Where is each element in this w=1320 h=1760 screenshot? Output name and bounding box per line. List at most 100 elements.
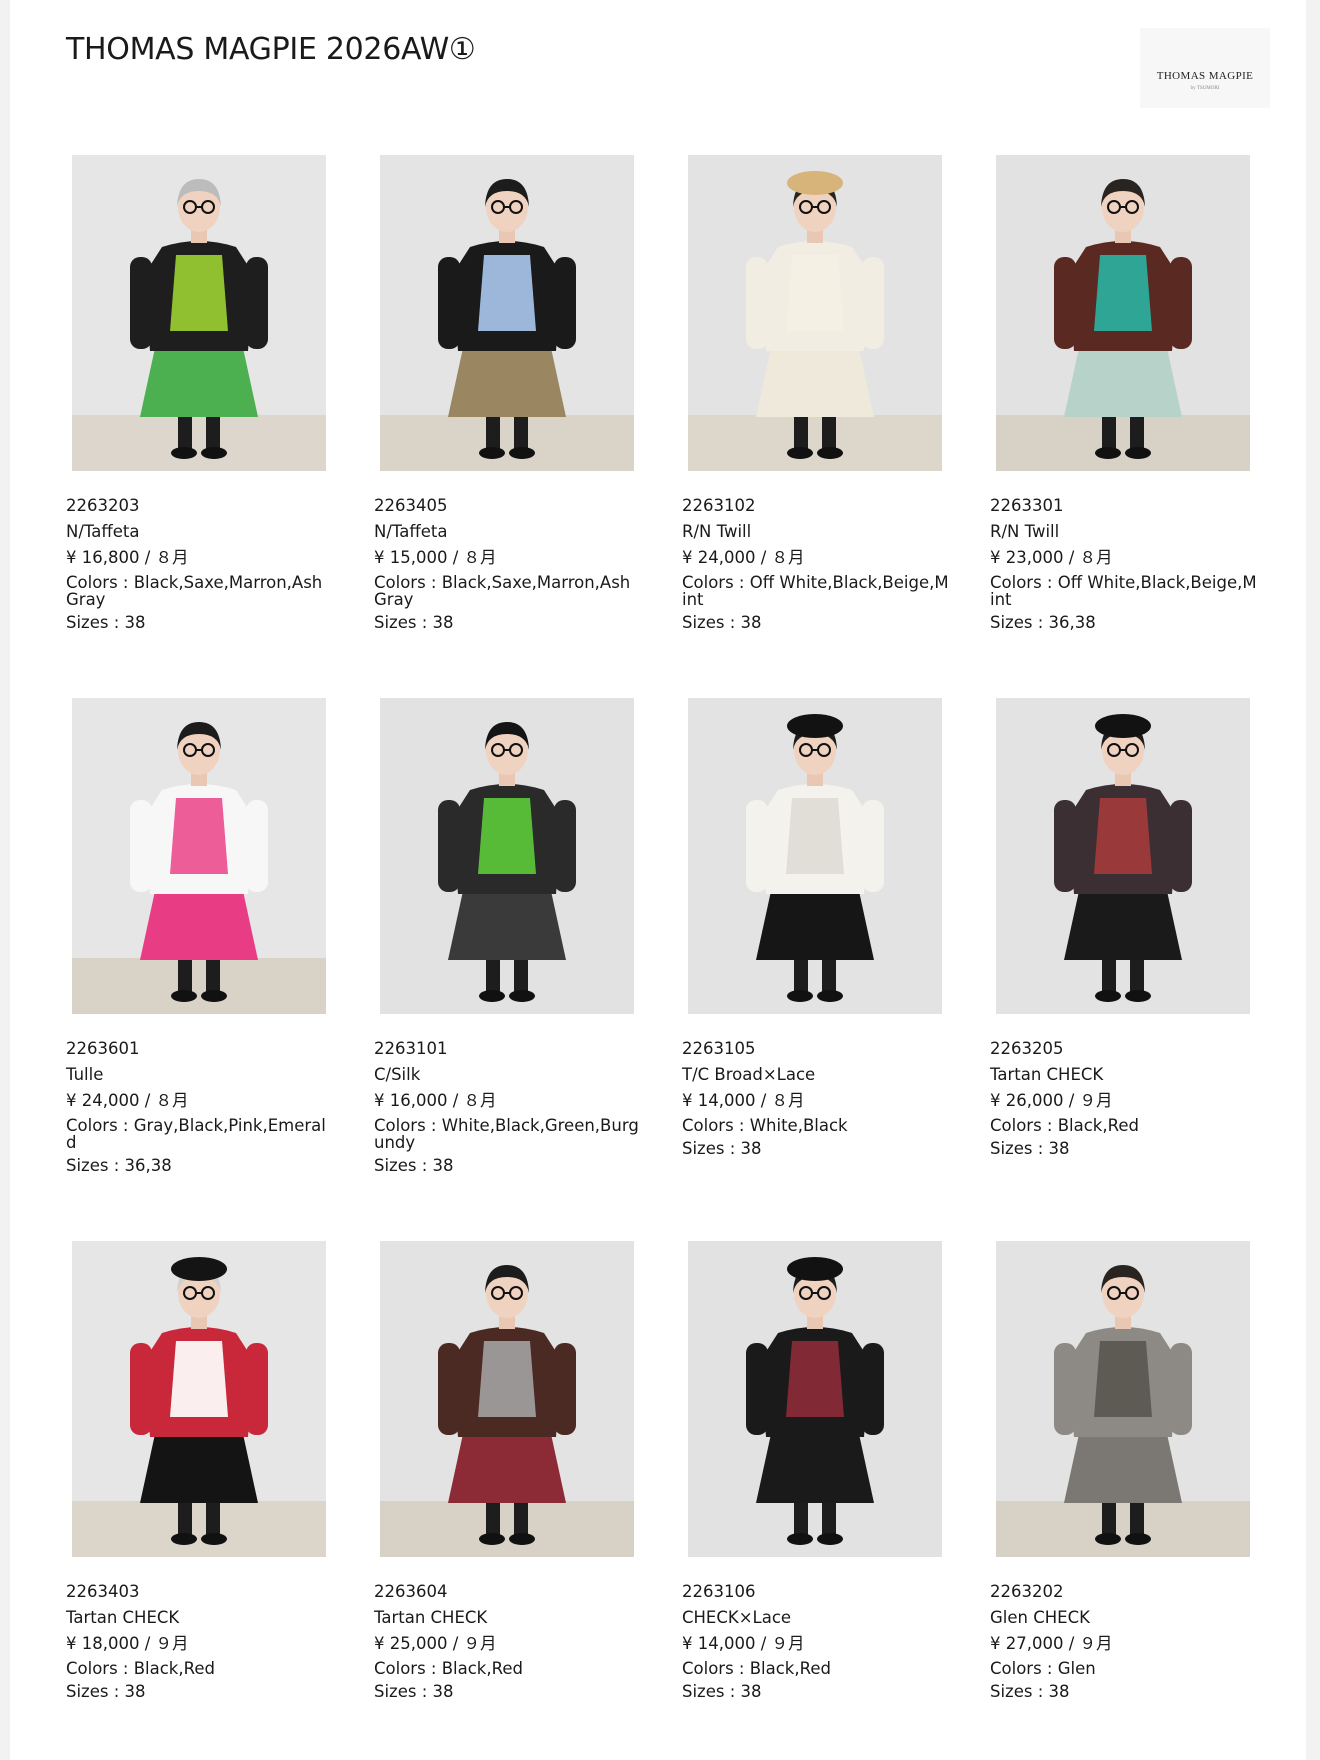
model-illustration xyxy=(688,1241,942,1557)
model-illustration xyxy=(380,155,634,471)
product-code: 2263405 xyxy=(374,496,448,515)
product-photo xyxy=(996,1241,1250,1557)
product-photo xyxy=(380,1241,634,1557)
product-price: ¥ 18,000 / ９月 xyxy=(66,1634,189,1653)
product-fabric: Tartan CHECK xyxy=(66,1608,180,1627)
product-code: 2263601 xyxy=(66,1039,140,1058)
product-info: 2263202 Glen CHECK ¥ 27,000 / ９月 Colors : G… xyxy=(990,1582,1260,1708)
product-photo xyxy=(72,698,326,1014)
catalog-sheet: THOMAS MAGPIE 2026AW① THOMAS MAGPIE by T… xyxy=(10,0,1306,1760)
product-info: 2263101 C/Silk ¥ 16,000 / ８月 Colors : White… xyxy=(374,1039,644,1182)
product-photo xyxy=(380,698,634,1014)
product-fabric: Tartan CHECK xyxy=(374,1608,488,1627)
product-code: 2263202 xyxy=(990,1582,1064,1601)
product-price: ¥ 24,000 / ８月 xyxy=(682,548,805,567)
product-price: ¥ 23,000 / ８月 xyxy=(990,548,1113,567)
product-sizes: Sizes : 38 xyxy=(374,1682,454,1701)
product-fabric: N/Taffeta xyxy=(374,522,448,541)
product-code: 2263105 xyxy=(682,1039,756,1058)
logo-text: THOMAS MAGPIE xyxy=(1156,70,1254,82)
product-sizes: Sizes : 38 xyxy=(682,1139,762,1158)
product-sizes: Sizes : 38 xyxy=(990,1682,1070,1701)
product-photo xyxy=(688,698,942,1014)
product-sizes: Sizes : 38 xyxy=(990,1139,1070,1158)
product-code: 2263205 xyxy=(990,1039,1064,1058)
model-illustration xyxy=(380,698,634,1014)
product-price: ¥ 14,000 / ９月 xyxy=(682,1634,805,1653)
product-fabric: Tulle xyxy=(66,1065,104,1084)
product-colors: Colors : Glen xyxy=(990,1659,1096,1678)
product-price: ¥ 16,000 / ８月 xyxy=(374,1091,497,1110)
product-code: 2263101 xyxy=(374,1039,448,1058)
product-price: ¥ 27,000 / ９月 xyxy=(990,1634,1113,1653)
product-photo xyxy=(72,1241,326,1557)
product-info: 2263105 T/C Broad×Lace ¥ 14,000 / ８月 Colors… xyxy=(682,1039,952,1165)
product-colors: Colors : Black,Saxe,Marron,Ash Gray xyxy=(66,573,323,609)
model-illustration xyxy=(996,698,1250,1014)
product-fabric: R/N Twill xyxy=(990,522,1060,541)
product-sizes: Sizes : 38 xyxy=(682,1682,762,1701)
model-illustration xyxy=(996,1241,1250,1557)
product-info: 2263403 Tartan CHECK ¥ 18,000 / ９月 Colors :… xyxy=(66,1582,336,1708)
model-illustration xyxy=(72,155,326,471)
model-illustration xyxy=(996,155,1250,471)
product-colors: Colors : Black,Red xyxy=(990,1116,1139,1135)
model-illustration xyxy=(380,1241,634,1557)
product-fabric: T/C Broad×Lace xyxy=(682,1065,816,1084)
product-fabric: N/Taffeta xyxy=(66,522,140,541)
product-price: ¥ 24,000 / ８月 xyxy=(66,1091,189,1110)
model-illustration xyxy=(688,155,942,471)
product-info: 2263106 CHECK×Lace ¥ 14,000 / ９月 Colors : B… xyxy=(682,1582,952,1708)
product-photo xyxy=(72,155,326,471)
product-photo xyxy=(996,155,1250,471)
product-price: ¥ 14,000 / ８月 xyxy=(682,1091,805,1110)
product-colors: Colors : Black,Red xyxy=(682,1659,831,1678)
model-illustration xyxy=(72,698,326,1014)
product-code: 2263102 xyxy=(682,496,756,515)
product-info: 2263205 Tartan CHECK ¥ 26,000 / ９月 Colors :… xyxy=(990,1039,1260,1165)
product-colors: Colors : White,Black,Green,Burgundy xyxy=(374,1116,639,1152)
page-title: THOMAS MAGPIE 2026AW① xyxy=(66,32,476,67)
product-colors: Colors : Black,Red xyxy=(66,1659,215,1678)
logo-subtext: by TSUMORI xyxy=(1190,86,1220,91)
product-info: 2263601 Tulle ¥ 24,000 / ８月 Colors : Gray,B… xyxy=(66,1039,336,1182)
product-fabric: C/Silk xyxy=(374,1065,421,1084)
product-price: ¥ 26,000 / ９月 xyxy=(990,1091,1113,1110)
product-fabric: CHECK×Lace xyxy=(682,1608,792,1627)
product-fabric: R/N Twill xyxy=(682,522,752,541)
product-sizes: Sizes : 38 xyxy=(374,613,454,632)
product-info: 2263604 Tartan CHECK ¥ 25,000 / ９月 Colors :… xyxy=(374,1582,644,1708)
product-sizes: Sizes : 36,38 xyxy=(990,613,1096,632)
product-colors: Colors : White,Black xyxy=(682,1116,848,1135)
product-price: ¥ 15,000 / ８月 xyxy=(374,548,497,567)
product-code: 2263301 xyxy=(990,496,1064,515)
product-info: 2263405 N/Taffeta ¥ 15,000 / ８月 Colors : Bl… xyxy=(374,496,644,639)
product-info: 2263203 N/Taffeta ¥ 16,800 / ８月 Colors : Bl… xyxy=(66,496,336,639)
model-illustration xyxy=(688,698,942,1014)
product-colors: Colors : Off White,Black,Beige,Mint xyxy=(682,573,949,609)
product-sizes: Sizes : 36,38 xyxy=(66,1156,172,1175)
product-photo xyxy=(688,155,942,471)
product-code: 2263203 xyxy=(66,496,140,515)
brand-logo: THOMAS MAGPIE by TSUMORI xyxy=(1140,28,1270,108)
product-fabric: Glen CHECK xyxy=(990,1608,1090,1627)
product-colors: Colors : Black,Saxe,Marron,Ash Gray xyxy=(374,573,631,609)
model-illustration xyxy=(72,1241,326,1557)
product-sizes: Sizes : 38 xyxy=(66,613,146,632)
product-code: 2263403 xyxy=(66,1582,140,1601)
product-colors: Colors : Black,Red xyxy=(374,1659,523,1678)
product-sizes: Sizes : 38 xyxy=(374,1156,454,1175)
product-colors: Colors : Off White,Black,Beige,Mint xyxy=(990,573,1257,609)
product-fabric: Tartan CHECK xyxy=(990,1065,1104,1084)
product-code: 2263604 xyxy=(374,1582,448,1601)
product-info: 2263102 R/N Twill ¥ 24,000 / ８月 Colors : Of… xyxy=(682,496,952,639)
product-info: 2263301 R/N Twill ¥ 23,000 / ８月 Colors : Of… xyxy=(990,496,1260,639)
product-photo xyxy=(380,155,634,471)
product-photo xyxy=(688,1241,942,1557)
product-colors: Colors : Gray,Black,Pink,Emerald xyxy=(66,1116,326,1152)
product-code: 2263106 xyxy=(682,1582,756,1601)
product-sizes: Sizes : 38 xyxy=(66,1682,146,1701)
product-photo xyxy=(996,698,1250,1014)
product-price: ¥ 25,000 / ９月 xyxy=(374,1634,497,1653)
product-sizes: Sizes : 38 xyxy=(682,613,762,632)
